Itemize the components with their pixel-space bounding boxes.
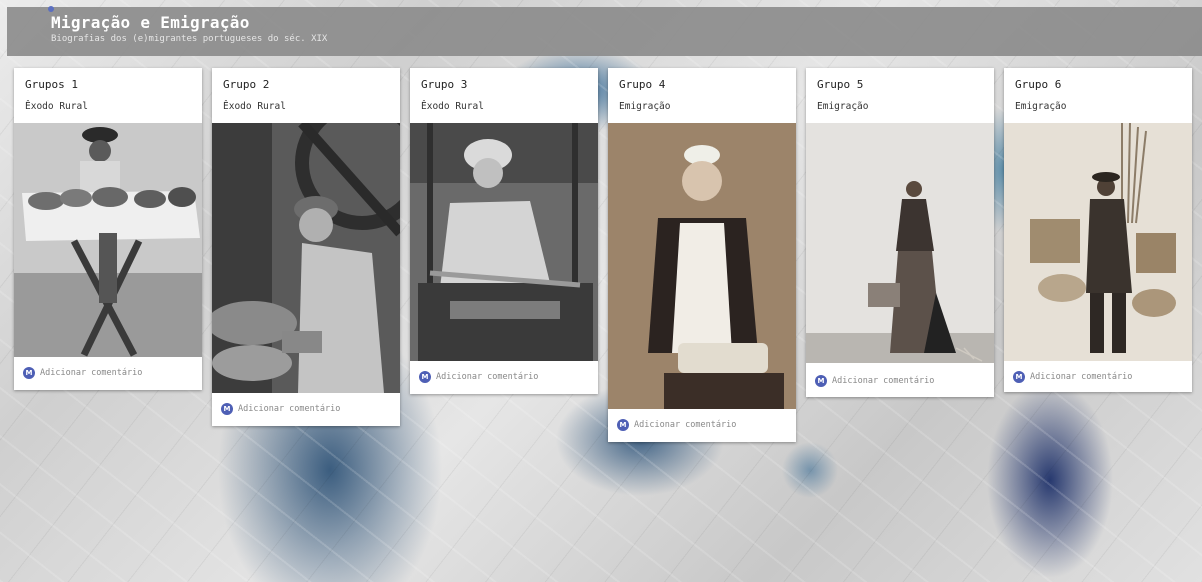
card-photo[interactable] [806, 123, 994, 363]
post-card-group-1[interactable]: Grupos 1 Êxodo Rural M Adicionar comentá… [14, 68, 202, 390]
card-title: Grupo 3 [421, 78, 468, 91]
card-photo[interactable] [14, 123, 202, 357]
add-comment-label: Adicionar comentário [634, 420, 737, 430]
post-card-group-3[interactable]: Grupo 3 Êxodo Rural M Adicionar comentár… [410, 68, 598, 394]
card-subtitle: Emigração [619, 101, 671, 112]
post-card-group-6[interactable]: Grupo 6 Emigração M Adicionar comentário [1004, 68, 1192, 392]
card-subtitle: Êxodo Rural [25, 101, 88, 112]
add-comment-button[interactable]: M Adicionar comentário [419, 370, 538, 384]
card-title: Grupo 5 [817, 78, 864, 91]
card-subtitle: Emigração [1015, 101, 1067, 112]
card-title: Grupos 1 [25, 78, 78, 91]
add-comment-button[interactable]: M Adicionar comentário [617, 418, 736, 432]
card-subtitle: Êxodo Rural [223, 101, 286, 112]
add-comment-button[interactable]: M Adicionar comentário [815, 374, 934, 388]
page-title: Migração e Emigração [51, 13, 250, 32]
user-avatar: M [1013, 371, 1025, 383]
card-photo[interactable] [608, 123, 796, 409]
add-comment-label: Adicionar comentário [832, 376, 935, 386]
user-avatar: M [221, 403, 233, 415]
add-comment-button[interactable]: M Adicionar comentário [23, 366, 142, 380]
header-dot-icon [48, 6, 54, 12]
card-photo[interactable] [410, 123, 598, 361]
card-title: Grupo 6 [1015, 78, 1062, 91]
card-title: Grupo 2 [223, 78, 270, 91]
add-comment-label: Adicionar comentário [238, 404, 341, 414]
card-subtitle: Emigração [817, 101, 869, 112]
add-comment-button[interactable]: M Adicionar comentário [221, 402, 340, 416]
add-comment-label: Adicionar comentário [40, 368, 143, 378]
add-comment-button[interactable]: M Adicionar comentário [1013, 370, 1132, 384]
page-header: Migração e Emigração Biografias dos (e)m… [7, 6, 1202, 56]
user-avatar: M [617, 419, 629, 431]
page-subtitle: Biografias dos (e)migrantes portugueses … [51, 34, 328, 44]
card-subtitle: Êxodo Rural [421, 101, 484, 112]
user-avatar: M [815, 375, 827, 387]
post-card-group-4[interactable]: Grupo 4 Emigração M Adicionar comentário [608, 68, 796, 442]
card-photo[interactable] [212, 123, 400, 393]
add-comment-label: Adicionar comentário [1030, 372, 1133, 382]
user-avatar: M [23, 367, 35, 379]
add-comment-label: Adicionar comentário [436, 372, 539, 382]
card-photo[interactable] [1004, 123, 1192, 361]
post-card-group-2[interactable]: Grupo 2 Êxodo Rural M Adicionar comentár… [212, 68, 400, 426]
user-avatar: M [419, 371, 431, 383]
post-card-group-5[interactable]: Grupo 5 Emigração M Adicionar comentário [806, 68, 994, 397]
card-title: Grupo 4 [619, 78, 666, 91]
